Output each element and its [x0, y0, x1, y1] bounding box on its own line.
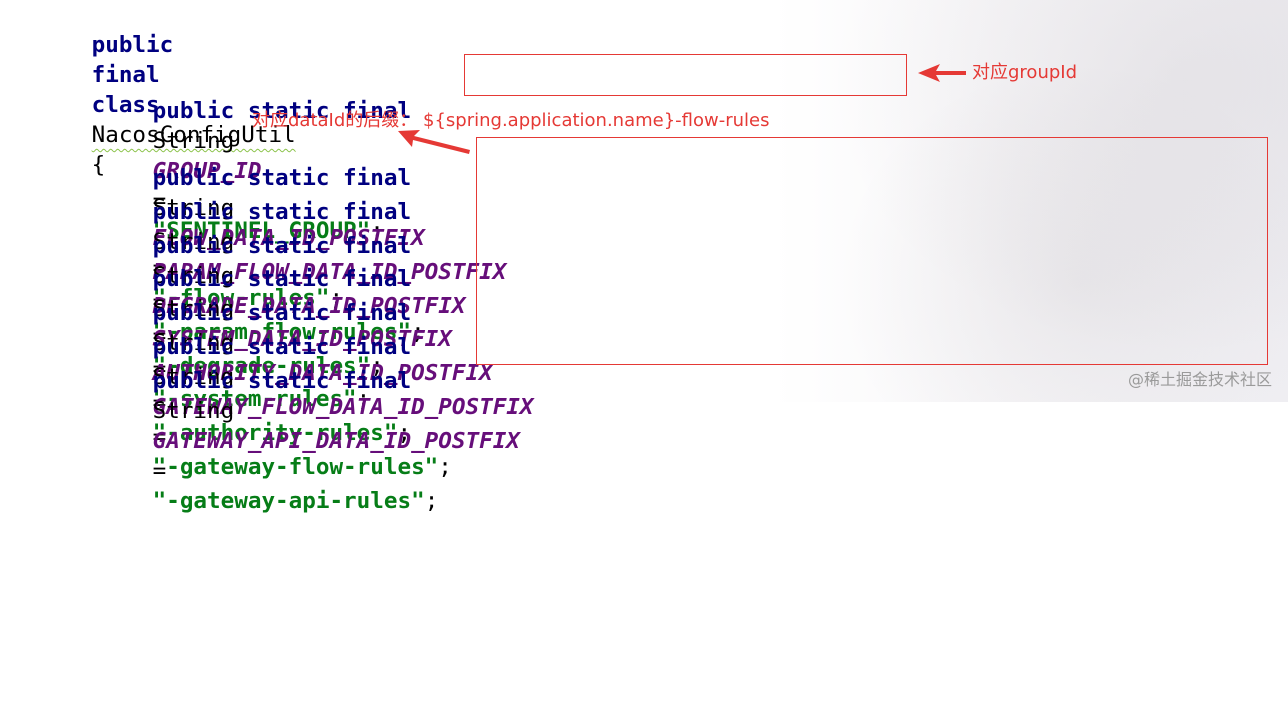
- class-declaration-line[interactable]: public final class NacosConfigUtil {: [10, 0, 296, 178]
- code-area[interactable]: public final class NacosConfigUtil { pub…: [0, 0, 534, 728]
- postfix-highlight-box: [476, 137, 1268, 365]
- field-name[interactable]: GATEWAY_API_DATA_ID_POSTFIX: [153, 428, 520, 454]
- group-id-annotation: 对应groupId: [972, 62, 1078, 83]
- field-line[interactable]: public static final String GROUP_ID = "S…: [71, 66, 411, 244]
- field-line[interactable]: public static final String GATEWAY_API_D…: [71, 336, 520, 514]
- keyword-public: public: [91, 32, 174, 58]
- field-line[interactable]: public static final String DEGRADE_DATA_…: [71, 201, 466, 379]
- field-modifiers: public static final: [152, 368, 412, 394]
- group-id-highlight-box: [464, 54, 907, 96]
- code-editor[interactable]: public final class NacosConfigUtil { pub…: [0, 0, 1288, 514]
- watermark: @稀土掘金技术社区: [1127, 370, 1272, 389]
- data-id-annotation: 对应dataId的后缀： ${spring.application.name}-…: [252, 110, 770, 131]
- arrow-icon: [918, 64, 966, 82]
- field-line[interactable]: public static final String FLOW_DATA_ID_…: [71, 133, 425, 311]
- field-line[interactable]: public static final String GATEWAY_FLOW_…: [71, 302, 534, 480]
- field-line[interactable]: public static final String PARAM_FLOW_DA…: [71, 167, 507, 345]
- field-line[interactable]: public static final String AUTHORITY_DAT…: [71, 268, 493, 446]
- field-value: "-gateway-flow-rules": [152, 454, 439, 480]
- arrow-icon: [398, 130, 470, 154]
- field-value: "-gateway-api-rules": [152, 488, 425, 514]
- field-line[interactable]: public static final String SYSTEM_DATA_I…: [71, 234, 452, 412]
